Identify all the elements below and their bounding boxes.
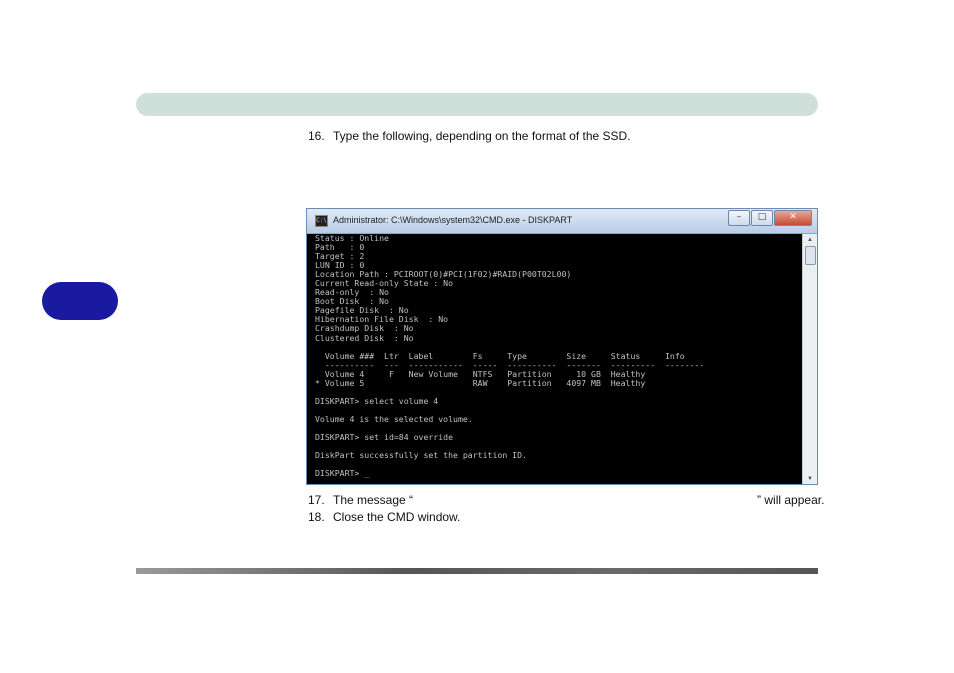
- console-line: Volume 4 is the selected volume.: [315, 413, 473, 424]
- minimize-button[interactable]: –: [728, 210, 750, 226]
- vertical-scrollbar[interactable]: ▲ ▼: [802, 234, 817, 484]
- step-17: 17. The message “ ” will appear.: [308, 493, 824, 507]
- cmd-window-title: Administrator: C:\Windows\system32\CMD.e…: [333, 215, 573, 225]
- console-line: DiskPart successfully set the partition …: [315, 450, 527, 461]
- cmd-titlebar[interactable]: C:\ Administrator: C:\Windows\system32\C…: [307, 209, 817, 234]
- console-line: DISKPART> set id=84 override: [315, 432, 454, 443]
- footer-rule: [136, 568, 818, 574]
- step-text-prefix: The message “: [333, 493, 414, 507]
- scroll-down-arrow-icon[interactable]: ▼: [805, 474, 815, 484]
- step-text: Close the CMD window.: [333, 510, 461, 524]
- window-controls: – □ ✕: [727, 210, 812, 226]
- step-18: 18. Close the CMD window.: [308, 510, 460, 524]
- close-button[interactable]: ✕: [774, 210, 812, 226]
- step-number: 18.: [308, 510, 325, 524]
- step-text-suffix: ” will appear.: [757, 493, 825, 507]
- cmd-window: C:\ Administrator: C:\Windows\system32\C…: [306, 208, 818, 485]
- step-text: Type the following, depending on the for…: [333, 129, 631, 143]
- cmd-icon: C:\: [315, 215, 328, 227]
- step-16: 16. Type the following, depending on the …: [308, 129, 631, 143]
- console-line: DISKPART> _: [315, 468, 370, 479]
- scroll-up-arrow-icon[interactable]: ▲: [805, 235, 815, 245]
- console-line: Target : 2: [315, 251, 365, 262]
- console-line: Path : 0: [315, 242, 365, 253]
- scroll-thumb[interactable]: [805, 246, 816, 265]
- chapter-tab: [42, 282, 118, 320]
- maximize-button[interactable]: □: [751, 210, 773, 226]
- step-number: 16.: [308, 129, 325, 143]
- console-line: DISKPART> select volume 4: [315, 395, 439, 406]
- step-number: 17.: [308, 493, 325, 507]
- console-line: Status : Online: [315, 234, 389, 243]
- header-bar: [136, 93, 818, 116]
- console-line: Clustered Disk : No: [315, 332, 414, 343]
- console-output[interactable]: Status : Online Path : 0 Target : 2 LUN ID …: [315, 234, 797, 484]
- console-line: * Volume 5 RAW Partition 4097 MB Healthy: [315, 377, 646, 388]
